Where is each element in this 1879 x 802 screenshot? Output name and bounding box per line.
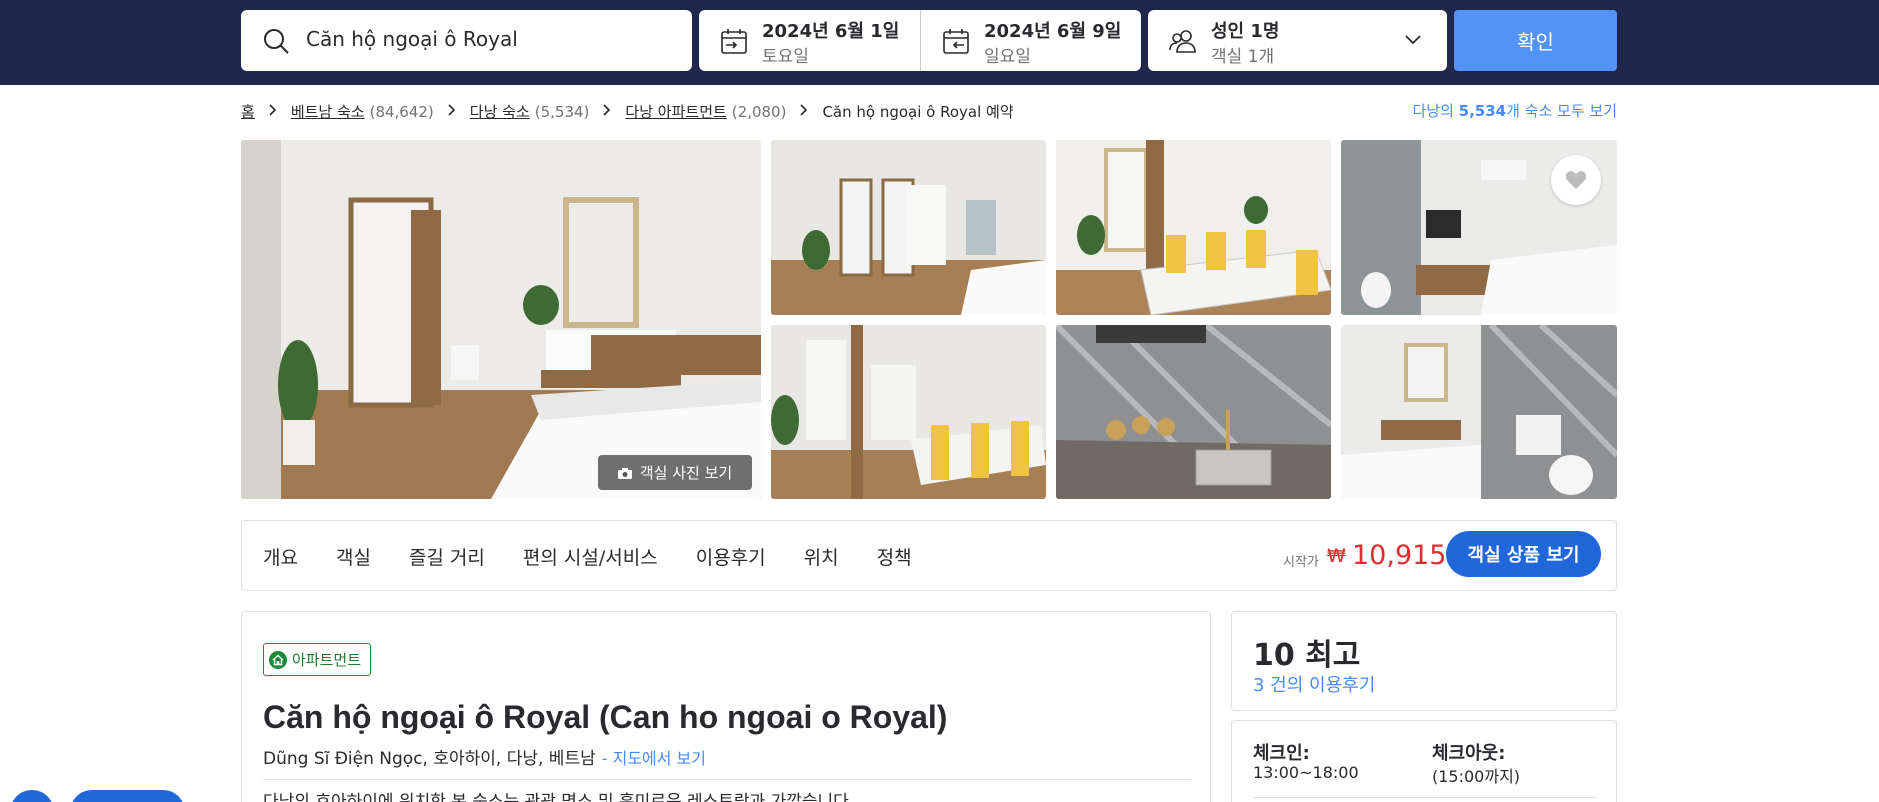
confirm-button[interactable]: 확인	[1454, 10, 1617, 71]
tab-policies[interactable]: 정책	[877, 543, 912, 570]
price-currency: ₩	[1327, 545, 1346, 567]
checkout-label: 체크아웃:	[1432, 743, 1506, 764]
gallery-photo[interactable]	[1056, 325, 1331, 499]
home-icon	[269, 650, 287, 669]
main-room-photo[interactable]	[241, 140, 761, 499]
breadcrumb-item-danang-apartments[interactable]: 다낭 아파트먼트 (2,080)	[625, 101, 786, 122]
breadcrumb-current: Căn hộ ngoại ô Royal 예약	[822, 102, 1014, 121]
property-description: 다낭의 호아하이에 위치한 본 숙소는 관광 명소 및 흥미로운 레스토랑과 가…	[263, 792, 855, 802]
checkout-calendar-icon	[943, 29, 969, 54]
destination-search-box[interactable]: Căn hộ ngoại ô Royal	[241, 10, 692, 71]
room-photos-label: 객실 사진 보기	[639, 464, 733, 482]
price-value: 10,915	[1352, 540, 1447, 571]
property-info-card: 아파트먼트 Căn hộ ngoại ô Royal (Can ho ngoai…	[241, 611, 1211, 802]
chevron-right-icon	[448, 102, 456, 120]
gallery-photo[interactable]	[1341, 325, 1617, 499]
floating-chat-button[interactable]	[10, 790, 54, 802]
price-from-label: 시작가	[1283, 555, 1319, 570]
date-picker[interactable]: 2024년 6월 1일 토요일 2024년 6월 9일 일요일	[699, 10, 1141, 71]
checkin-time: 13:00~18:00	[1253, 763, 1359, 782]
view-room-offers-button[interactable]: 객실 상품 보기	[1446, 531, 1601, 577]
see-all-properties-link[interactable]: 다낭의 5,534개 숙소 모두 보기	[1412, 100, 1617, 121]
property-title: Căn hộ ngoại ô Royal (Can ho ngoai o Roy…	[263, 699, 948, 735]
review-score-word: 최고	[1305, 638, 1361, 673]
destination-input-value[interactable]: Căn hộ ngoại ô Royal	[306, 27, 518, 51]
favorite-button[interactable]	[1551, 155, 1601, 205]
room-photos-button[interactable]: 객실 사진 보기	[598, 455, 752, 490]
breadcrumb-item-vietnam[interactable]: 베트남 숙소 (84,642)	[291, 101, 434, 122]
tab-facilities[interactable]: 편의 시설/서비스	[523, 543, 658, 570]
property-type-label: 아파트먼트	[292, 651, 362, 669]
checkin-day: 토요일	[762, 47, 809, 67]
chevron-right-icon	[269, 102, 277, 120]
review-score-number: 10	[1253, 638, 1295, 673]
reviews-count-link[interactable]: 3 건의 이용후기	[1253, 671, 1375, 697]
heart-icon	[1565, 171, 1587, 189]
guests-adults: 성인 1명	[1211, 21, 1280, 42]
checkin-checkout-card: 체크인: 13:00~18:00 체크아웃: (15:00까지)	[1231, 720, 1617, 802]
section-tab-nav: 개요 객실 즐길 거리 편의 시설/서비스 이용후기 위치 정책 시작가 ₩ 1…	[241, 520, 1617, 591]
checkin-date[interactable]: 2024년 6월 1일	[762, 17, 899, 43]
checkout-date[interactable]: 2024년 6월 9일	[984, 17, 1121, 43]
gallery-photo[interactable]	[771, 325, 1046, 499]
tab-reviews[interactable]: 이용후기	[696, 543, 766, 570]
guests-selector[interactable]: 성인 1명 객실 1개	[1148, 10, 1447, 71]
search-header: Căn hộ ngoại ô Royal 2024년 6월 1일 토요일 202…	[0, 0, 1879, 85]
checkin-calendar-icon	[721, 29, 747, 54]
checkout-day: 일요일	[984, 47, 1031, 67]
review-score: 10 최고	[1253, 630, 1360, 674]
gallery-photo[interactable]	[771, 140, 1046, 315]
checkout-time: (15:00까지)	[1432, 767, 1521, 786]
breadcrumb-item-danang[interactable]: 다낭 숙소 (5,534)	[470, 101, 590, 122]
people-icon	[1169, 30, 1196, 53]
date-divider	[920, 10, 921, 71]
guests-rooms: 객실 1개	[1211, 47, 1275, 67]
camera-icon	[617, 467, 632, 479]
divider	[1253, 797, 1596, 798]
breadcrumb: 홈 베트남 숙소 (84,642) 다낭 숙소 (5,534) 다낭 아파트먼트 (2…	[241, 100, 1014, 122]
review-score-card: 10 최고 3 건의 이용후기	[1231, 611, 1617, 711]
search-icon	[264, 29, 289, 54]
gallery-photo[interactable]	[1056, 140, 1331, 315]
breadcrumb-item-home[interactable]: 홈	[241, 101, 255, 122]
property-address: Dũng Sĩ Điện Ngọc, 호아하이, 다낭, 베트남 - 지도에서 보…	[263, 749, 706, 769]
tab-things-to-do[interactable]: 즐길 거리	[409, 543, 485, 570]
tab-overview[interactable]: 개요	[263, 543, 298, 570]
tab-rooms[interactable]: 객실	[336, 543, 371, 570]
chevron-right-icon	[800, 102, 808, 120]
property-type-badge: 아파트먼트	[263, 643, 372, 676]
chevron-right-icon	[603, 102, 611, 120]
view-on-map-link[interactable]: - 지도에서 보기	[602, 749, 706, 768]
tab-location[interactable]: 위치	[804, 543, 839, 570]
checkin-label: 체크인:	[1253, 743, 1310, 764]
floating-action-button[interactable]	[70, 790, 185, 802]
chevron-down-icon[interactable]	[1404, 34, 1422, 46]
divider	[263, 779, 1191, 780]
